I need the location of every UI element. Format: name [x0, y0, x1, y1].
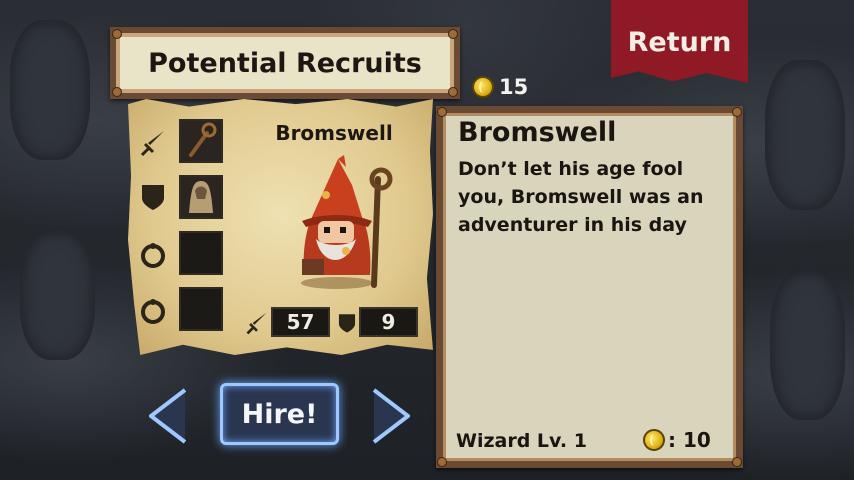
- trinket-slot-2[interactable]: [179, 287, 223, 331]
- gold-counter: 15: [472, 73, 528, 101]
- return-label: Return: [627, 27, 732, 58]
- wall-stone: [10, 20, 90, 160]
- rivet: [448, 29, 458, 39]
- cloth-robe-icon: [189, 181, 213, 213]
- rivet: [732, 457, 742, 467]
- cost-value: : 10: [668, 428, 711, 452]
- hire-cost: : 10: [643, 428, 711, 452]
- defense-value: 9: [359, 307, 418, 337]
- attack-icon: [246, 312, 267, 335]
- chevron-right-icon: [372, 388, 410, 444]
- shield-icon: [142, 185, 164, 210]
- rivet: [732, 107, 742, 117]
- rivet: [437, 107, 447, 117]
- gold-coin-icon: [472, 76, 494, 98]
- detail-description: Don’t let his age fool you, Bromswell wa…: [458, 158, 704, 236]
- previous-recruit-button[interactable]: [143, 385, 193, 447]
- wall-stone: [765, 60, 845, 210]
- wooden-staff-icon: [189, 122, 217, 157]
- detail-name: Bromswell: [458, 117, 617, 148]
- armor-slot[interactable]: [179, 175, 223, 219]
- gold-coin-icon: [643, 429, 665, 451]
- wizard-portrait: [301, 155, 393, 289]
- hire-label: Hire!: [241, 398, 318, 430]
- hire-button[interactable]: Hire!: [220, 383, 339, 445]
- recruit-name: Bromswell: [275, 121, 393, 145]
- class-level: Wizard Lv. 1: [456, 430, 587, 452]
- defense-icon: [338, 314, 356, 333]
- wall-stone: [20, 230, 95, 360]
- rivet: [448, 87, 458, 97]
- next-recruit-button[interactable]: [366, 385, 416, 447]
- chevron-left-icon: [149, 388, 187, 444]
- sword-icon: [140, 131, 164, 157]
- ring-icon: [141, 243, 165, 268]
- trinket-slot-1[interactable]: [179, 231, 223, 275]
- attack-value: 57: [271, 307, 330, 337]
- rivet: [112, 87, 122, 97]
- title-plaque: Potential Recruits: [110, 27, 460, 99]
- weapon-slot[interactable]: [179, 119, 223, 163]
- rivet: [112, 29, 122, 39]
- page-title: Potential Recruits: [148, 47, 422, 79]
- ring-icon: [141, 299, 165, 324]
- return-button[interactable]: Return: [611, 0, 748, 83]
- rivet: [437, 457, 447, 467]
- gold-amount: 15: [499, 75, 529, 99]
- wall-stone: [770, 270, 845, 420]
